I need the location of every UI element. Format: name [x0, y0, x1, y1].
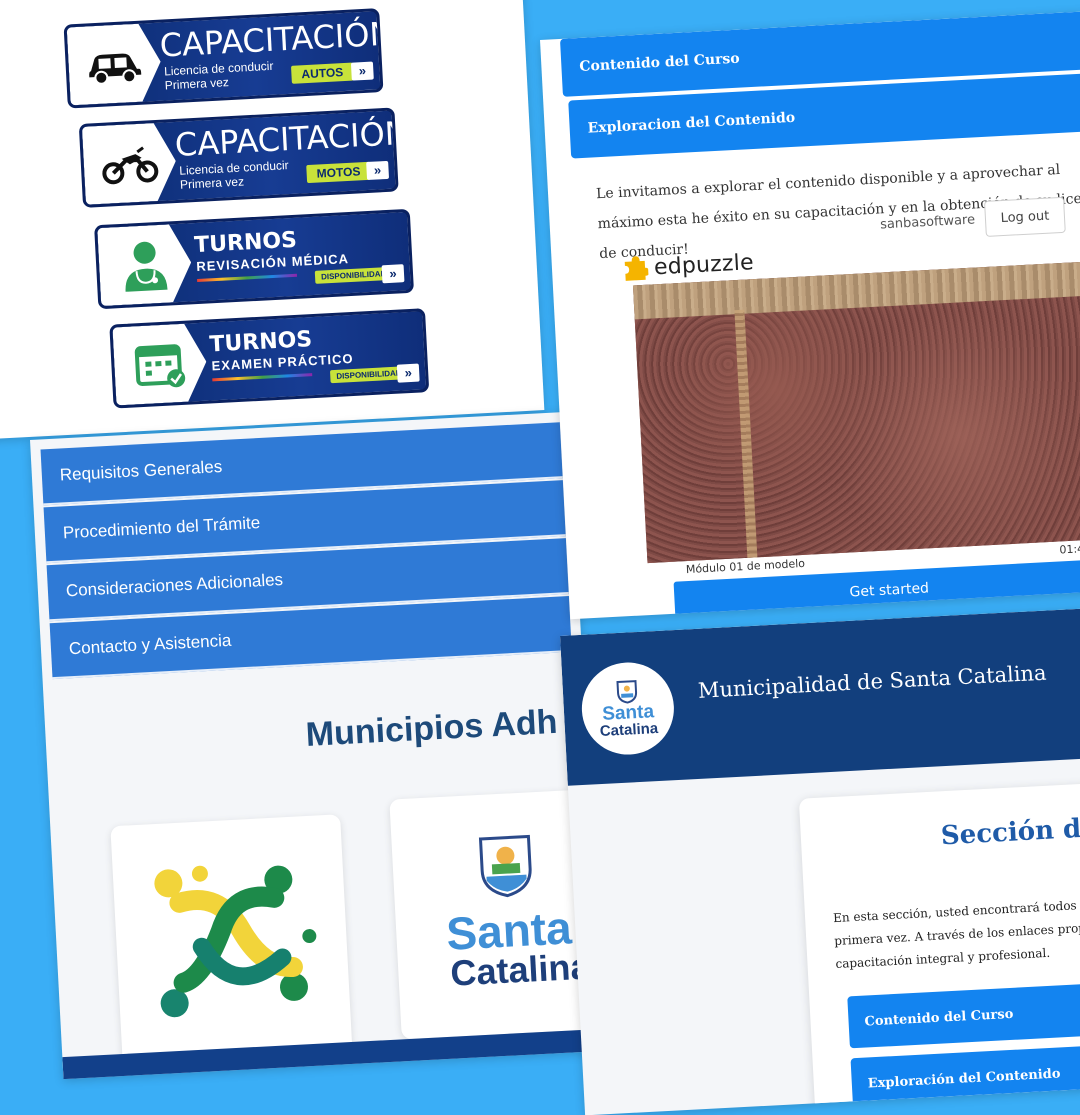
banner-title: CAPACITACIÓN [158, 14, 384, 65]
accordion-label: Procedimiento del Trámite [62, 513, 261, 543]
banner-turnos-examen[interactable]: TURNOS EXAMEN PRÁCTICO DISPONIBILIDAD » [109, 308, 430, 409]
santa-catalina-panel: Santa Catalina Municipalidad de Santa Ca… [560, 606, 1080, 1115]
banner-capacitacion-autos[interactable]: CAPACITACIÓN Licencia de conducir Primer… [63, 8, 384, 109]
chevron-right-icon: » [396, 363, 420, 383]
catalina-text: Catalina [449, 945, 592, 994]
puzzle-icon [624, 256, 649, 281]
bar-label: Contenido del Curso [864, 1006, 1014, 1030]
video-player[interactable] [632, 261, 1080, 564]
chevron-right-icon: » [381, 264, 405, 284]
doctor-icon [97, 223, 193, 306]
edpuzzle-logo: edpuzzle [621, 249, 754, 282]
banners-panel: CAPACITACIÓN Licencia de conducir Primer… [0, 0, 545, 440]
accordion-label: Contacto y Asistencia [68, 630, 232, 659]
exploracion-contenido-bar[interactable]: Exploración del Contenido [850, 1041, 1080, 1111]
chevron-right-icon: » [350, 61, 374, 81]
header-title: Municipalidad de Santa Catalina [697, 660, 1048, 703]
municipio-card[interactable] [110, 814, 353, 1066]
section-heading: Sección de [940, 813, 1080, 852]
banner-turnos-revisacion[interactable]: TURNOS REVISACIÓN MÉDICA DISPONIBILIDAD … [94, 208, 415, 310]
autos-tag: AUTOS [290, 62, 354, 84]
shield-icon [478, 834, 532, 898]
logo-catalina: Catalina [599, 720, 659, 741]
color-stripe [197, 273, 298, 283]
community-logo-icon [154, 865, 317, 1018]
municipios-title: Municipios Adh [304, 702, 559, 754]
video-duration: 01:49 [1059, 541, 1080, 557]
site-header: Santa Catalina Municipalidad de Santa Ca… [560, 606, 1080, 786]
collage: { "banners": [ {"title": "CAPACITACIÓN",… [0, 0, 1080, 1115]
accordion-label: Consideraciones Adicionales [65, 569, 284, 601]
banner-line2: Primera vez [179, 174, 245, 192]
video-frame-seam [734, 309, 758, 558]
edpuzzle-text: edpuzzle [653, 249, 755, 280]
info-panel: Requisitos Generales Procedimiento del T… [30, 411, 603, 1080]
section-body: En esta sección, usted encontrará todos … [833, 890, 1080, 976]
banner-title: CAPACITACIÓN [173, 113, 399, 164]
motorcycle-icon [82, 122, 178, 205]
shield-icon [616, 680, 638, 704]
banner-capacitacion-motos[interactable]: CAPACITACIÓN Licencia de conducir Primer… [78, 107, 399, 208]
chevron-right-icon: » [366, 160, 390, 180]
contenido-del-curso-bar[interactable]: Contenido del Curso [847, 979, 1080, 1049]
car-icon [67, 23, 163, 106]
bar-label: Exploración del Contenido [867, 1065, 1061, 1091]
banner-line2: Primera vez [164, 75, 230, 93]
section-card: Sección de En esta sección, usted encont… [798, 779, 1080, 1115]
bar-label: Contenido del Curso [579, 50, 741, 75]
bar-label: Exploracion del Contenido [587, 109, 796, 137]
color-stripe [212, 373, 313, 382]
santa-catalina-logo[interactable]: Santa Catalina [579, 660, 677, 757]
logout-button[interactable]: Log out [984, 196, 1066, 237]
course-panel: Contenido del Curso Exploracion del Cont… [540, 10, 1080, 620]
calendar-check-icon [112, 323, 208, 406]
motos-tag: MOTOS [306, 161, 371, 184]
accordion-label: Requisitos Generales [59, 456, 223, 485]
